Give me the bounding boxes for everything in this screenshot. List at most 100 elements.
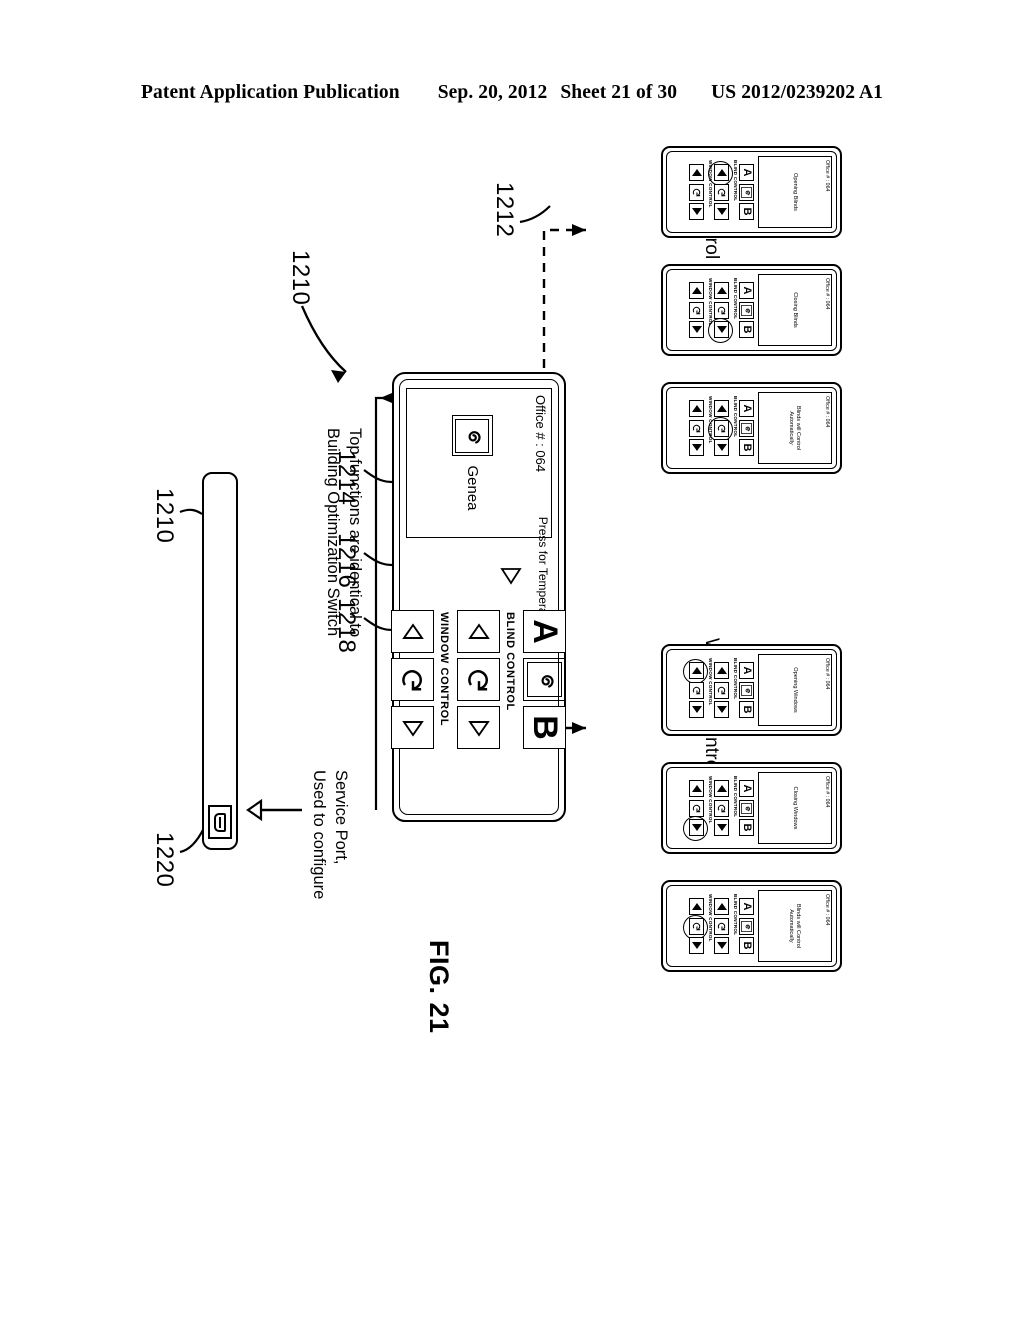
window-control-row xyxy=(391,610,435,749)
mini-scene-a-button[interactable]: A xyxy=(739,662,755,679)
mini-blind-auto-button[interactable] xyxy=(708,416,734,442)
mini-blind-control-label: BLIND CONTROL xyxy=(733,894,738,936)
figure-21-drawing: Blind Control Window Control Office # : … xyxy=(151,110,862,1210)
header-date: Sep. 20, 2012 xyxy=(437,82,548,103)
mini-blind-control-label: BLIND CONTROL xyxy=(733,278,738,320)
window-auto-button[interactable] xyxy=(391,658,435,701)
mini-blind-auto-button[interactable] xyxy=(714,681,730,699)
mini-scene-b-button[interactable]: B xyxy=(739,439,755,456)
mini-scene-button-row: A B xyxy=(739,654,755,726)
genea-swirl-icon[interactable] xyxy=(739,799,755,817)
mini-blind-open-button[interactable] xyxy=(714,780,730,797)
mini-status-message: Opening Blinds xyxy=(791,173,798,211)
mini-window-open-button[interactable] xyxy=(689,780,705,797)
mini-blind-close-button[interactable] xyxy=(708,318,734,343)
mini-window-control-label: WINDOW CONTROL xyxy=(708,278,713,326)
mini-blind-close-button[interactable] xyxy=(714,937,730,954)
mini-window-auto-button[interactable] xyxy=(689,419,705,437)
mini-scene-a-button[interactable]: A xyxy=(739,898,755,915)
callout-1218: 1218 xyxy=(333,598,360,654)
temperature-prompt[interactable]: Press for Temperature xyxy=(406,517,552,635)
mini-scene-a-button[interactable]: A xyxy=(739,780,755,797)
header-sheet: Sheet 21 of 30 xyxy=(560,82,678,103)
mini-window-close-button[interactable] xyxy=(689,321,705,338)
mini-window-open-button[interactable] xyxy=(689,164,705,181)
mini-window-auto-button[interactable] xyxy=(689,301,705,319)
mini-blind-open-button[interactable] xyxy=(714,662,730,679)
mini-window-open-button[interactable] xyxy=(689,400,705,417)
state-device-closing-windows: Office # : 064 Closing Windows A B BLIND… xyxy=(661,762,842,854)
blind-auto-button[interactable] xyxy=(457,658,501,701)
scene-a-button[interactable]: A xyxy=(523,610,567,653)
mini-blind-open-button[interactable] xyxy=(708,161,734,186)
genea-swirl-icon[interactable] xyxy=(739,301,755,319)
mini-window-auto-button[interactable] xyxy=(689,681,705,699)
page-header: Patent Application Publication Sep. 20, … xyxy=(0,82,1024,104)
service-port-connector[interactable] xyxy=(208,805,232,839)
mini-scene-b-button[interactable]: B xyxy=(739,819,755,836)
mini-blind-control-label: BLIND CONTROL xyxy=(733,160,738,202)
genea-swirl-icon[interactable] xyxy=(739,419,755,437)
mini-blind-auto-button[interactable] xyxy=(714,917,730,935)
mini-window-open-button[interactable] xyxy=(689,282,705,299)
mini-window-close-button[interactable] xyxy=(689,937,705,954)
mini-blind-close-button[interactable] xyxy=(714,701,730,718)
main-device-screen: Office # : 064 Genea xyxy=(406,388,552,538)
mini-scene-a-button[interactable]: A xyxy=(739,400,755,417)
mini-scene-button-row: A B xyxy=(739,890,755,962)
mini-scene-b-button[interactable]: B xyxy=(739,203,755,220)
mini-blind-control-row xyxy=(708,392,734,464)
blind-close-button[interactable] xyxy=(457,706,501,749)
genea-swirl-icon[interactable] xyxy=(739,681,755,699)
window-control-label: WINDOW CONTROL xyxy=(438,612,451,727)
genea-swirl-icon[interactable] xyxy=(739,917,755,935)
mini-blind-close-button[interactable] xyxy=(714,819,730,836)
mini-window-control-label: WINDOW CONTROL xyxy=(708,894,713,942)
mini-window-close-button[interactable] xyxy=(689,701,705,718)
callout-1210-main: 1210 xyxy=(287,250,314,306)
state-device-opening-blinds: Office # : 064 Opening Blinds A B BLIND … xyxy=(661,146,842,238)
mini-blind-auto-button[interactable] xyxy=(714,183,730,201)
mini-blind-control-row xyxy=(708,274,734,346)
mini-blind-open-button[interactable] xyxy=(714,898,730,915)
mini-window-auto-button[interactable] xyxy=(689,183,705,201)
mini-office-label: Office # : 064 xyxy=(824,658,830,690)
state-device-blinds-auto: Office # : 064 Blinds will Control Autom… xyxy=(661,382,842,474)
mini-screen: Office # : 064 Blinds will Control Autom… xyxy=(758,392,832,464)
mini-scene-b-button[interactable]: B xyxy=(739,321,755,338)
blind-open-button[interactable] xyxy=(457,610,501,653)
window-open-button[interactable] xyxy=(391,610,435,653)
mini-blind-close-button[interactable] xyxy=(714,439,730,456)
mini-scene-a-button[interactable]: A xyxy=(739,164,755,181)
mini-scene-b-button[interactable]: B xyxy=(739,937,755,954)
mini-status-message: Closing Windows xyxy=(791,786,798,830)
genea-swirl-icon[interactable] xyxy=(739,183,755,201)
mini-window-control-row xyxy=(683,890,709,962)
triangle-right-icon xyxy=(500,566,522,586)
mini-window-control-row xyxy=(683,772,709,844)
mini-blind-open-button[interactable] xyxy=(714,400,730,417)
mini-status-message: Blinds will Control Automatically xyxy=(788,405,802,451)
mini-blind-close-button[interactable] xyxy=(714,203,730,220)
mini-status-message: Blinds will Control Automatically xyxy=(788,903,802,949)
state-device-opening-windows: Office # : 064 Opening Windows A B BLIND… xyxy=(661,644,842,736)
mini-window-auto-button[interactable] xyxy=(683,914,709,940)
window-close-button[interactable] xyxy=(391,706,435,749)
mini-scene-b-button[interactable]: B xyxy=(739,701,755,718)
figure-label: FIG. 21 xyxy=(424,940,454,1034)
mini-window-open-button[interactable] xyxy=(689,898,705,915)
scene-b-button[interactable]: B xyxy=(523,706,567,749)
mini-blind-auto-button[interactable] xyxy=(714,799,730,817)
mini-window-auto-button[interactable] xyxy=(689,799,705,817)
mini-scene-a-button[interactable]: A xyxy=(739,282,755,299)
mini-blind-open-button[interactable] xyxy=(714,282,730,299)
mini-window-open-button[interactable] xyxy=(683,659,709,684)
mini-window-close-button[interactable] xyxy=(689,203,705,220)
mini-window-close-button[interactable] xyxy=(683,816,709,841)
mini-blind-auto-button[interactable] xyxy=(714,301,730,319)
mini-blind-control-row xyxy=(708,156,734,228)
callout-1214: 1214 xyxy=(333,450,360,506)
mini-window-close-button[interactable] xyxy=(689,439,705,456)
mini-screen: Office # : 064 Closing Windows xyxy=(758,772,832,844)
genea-swirl-icon[interactable] xyxy=(523,658,567,701)
